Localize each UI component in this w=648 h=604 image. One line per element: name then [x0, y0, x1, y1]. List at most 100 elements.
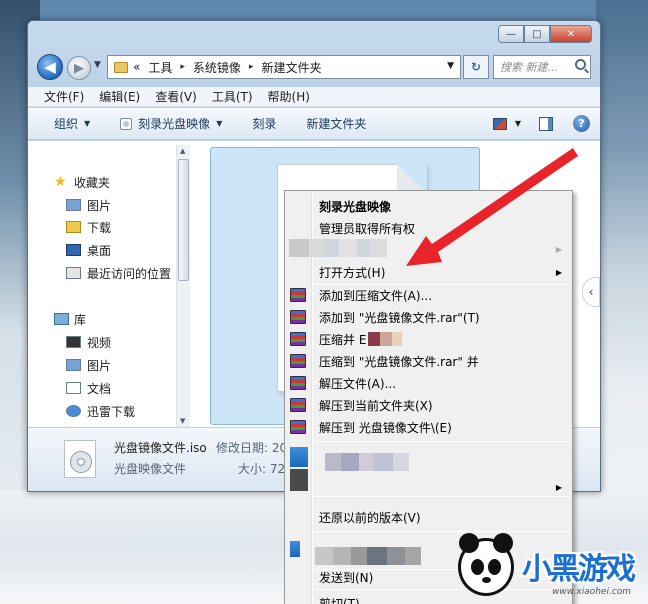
- command-bar: 组织 ▼ 刻录光盘映像 ▼ 刻录 新建文件夹 ▼ ?: [28, 108, 600, 140]
- nav-item-documents[interactable]: 文档: [66, 379, 111, 397]
- breadcrumb-overflow[interactable]: «: [133, 60, 140, 74]
- nav-item-label: 图片: [87, 198, 112, 213]
- menu-help[interactable]: 帮助(H): [268, 88, 310, 105]
- nav-item-pictures[interactable]: 图片: [66, 196, 111, 214]
- expand-arrow-button[interactable]: ‹: [582, 277, 600, 307]
- refresh-button[interactable]: ↻: [463, 55, 489, 79]
- organize-button[interactable]: 组织 ▼: [54, 115, 90, 132]
- nav-item-videos[interactable]: 视频: [66, 333, 111, 351]
- winrar-icon: [290, 332, 306, 346]
- nav-item-label: 下载: [87, 220, 112, 235]
- menu-item-extract-files[interactable]: 解压文件(A)...: [319, 373, 396, 393]
- recent-pages-dropdown[interactable]: ▼: [94, 60, 101, 70]
- menu-file[interactable]: 文件(F): [44, 88, 84, 105]
- help-icon[interactable]: ?: [573, 115, 590, 132]
- change-view-icon[interactable]: [492, 117, 507, 130]
- menu-item-extract-here[interactable]: 解压到当前文件夹(X): [319, 395, 433, 415]
- scroll-down-icon[interactable]: ▼: [180, 417, 185, 425]
- winrar-icon: [290, 288, 306, 302]
- burn-label: 刻录: [252, 117, 277, 131]
- breadcrumb-separator-icon[interactable]: ▸: [249, 62, 254, 72]
- window-controls: — □ ✕: [498, 25, 592, 43]
- desktop-icon: [66, 244, 81, 256]
- nav-libraries-label: 库: [74, 312, 87, 327]
- navigation-pane: ★ 收藏夹 图片 下载 桌面 最近访问的位置 库 视频 图片 文档 迅雷下载: [28, 141, 192, 441]
- panda-mascot-icon: [458, 533, 514, 596]
- disc-image-icon: [64, 440, 96, 478]
- organize-label: 组织: [54, 117, 79, 131]
- minimize-button[interactable]: —: [498, 25, 524, 43]
- menu-item-cut[interactable]: 剪切(T): [319, 593, 360, 604]
- menu-item-compress-and-email[interactable]: 压缩并 E: [319, 329, 403, 349]
- winrar-icon: [290, 398, 306, 412]
- new-folder-button[interactable]: 新建文件夹: [306, 115, 366, 132]
- nav-item-xunlei-downloads[interactable]: 迅雷下载: [66, 402, 135, 420]
- breadcrumb-system-image[interactable]: 系统镜像: [193, 59, 241, 76]
- back-button[interactable]: ◀: [37, 54, 63, 80]
- details-file-type: 光盘映像文件: [114, 462, 187, 476]
- nav-item-label: 最近访问的位置: [87, 266, 172, 281]
- xunlei-icon: [66, 405, 81, 417]
- nav-item-library-pictures[interactable]: 图片: [66, 356, 111, 374]
- details-modified: 修改日期: 20: [216, 441, 288, 455]
- pictures-icon: [66, 199, 81, 211]
- scroll-thumb[interactable]: [178, 159, 189, 281]
- menu-tools[interactable]: 工具(T): [212, 88, 253, 105]
- nav-item-recent-places[interactable]: 最近访问的位置: [66, 264, 171, 282]
- nav-item-label: 图片: [87, 358, 112, 373]
- search-placeholder: 搜索 新建...: [500, 61, 558, 74]
- navigation-bar: ◀ ▶ ▼ « 工具 ▸ 系统镜像 ▸ 新建文件夹 ▼ ↻ 搜索 新建...: [37, 54, 591, 80]
- chevron-down-icon: ▼: [84, 119, 91, 128]
- nav-item-label: 迅雷下载: [87, 404, 136, 419]
- blurred-app-icon: [290, 469, 308, 491]
- nav-libraries[interactable]: 库: [54, 310, 86, 328]
- preview-pane-icon[interactable]: [539, 116, 553, 131]
- menu-item-compress-to-rar-and-email[interactable]: 压缩到 "光盘镜像文件.rar" 并: [319, 351, 479, 371]
- menu-item-open-with[interactable]: 打开方式(H): [319, 262, 385, 282]
- view-options-chevron-icon[interactable]: ▼: [515, 119, 521, 128]
- chevron-down-icon: ▼: [216, 119, 223, 128]
- burn-image-button[interactable]: 刻录光盘映像 ▼: [120, 115, 222, 132]
- nav-scrollbar[interactable]: ▲ ▼: [176, 145, 190, 427]
- search-input[interactable]: 搜索 新建...: [493, 55, 591, 79]
- folder-icon: [114, 61, 128, 73]
- blurred-menu-item[interactable]: [325, 453, 425, 471]
- nav-favorites[interactable]: ★ 收藏夹: [54, 173, 110, 191]
- search-icon[interactable]: [575, 59, 586, 70]
- menu-item-label: 压缩并 E: [319, 332, 367, 347]
- menu-item-add-to-archive[interactable]: 添加到压缩文件(A)...: [319, 285, 432, 305]
- nav-item-downloads[interactable]: 下载: [66, 218, 111, 236]
- menu-separator: [315, 441, 569, 442]
- winrar-icon: [290, 310, 306, 324]
- menu-view[interactable]: 查看(V): [155, 88, 197, 105]
- menu-item-extract-to-folder[interactable]: 解压到 光盘镜像文件\(E): [319, 417, 452, 437]
- winrar-icon: [290, 376, 306, 390]
- submenu-arrow-icon: ▶: [555, 483, 562, 492]
- breadcrumb-new-folder[interactable]: 新建文件夹: [261, 59, 321, 76]
- watermark-logo: 小黑游戏 www.xiaohei.com: [456, 530, 648, 604]
- blurred-app-icon: [290, 541, 300, 557]
- details-file-name: 光盘镜像文件.iso: [114, 441, 207, 455]
- forward-button[interactable]: ▶: [67, 56, 91, 80]
- star-icon: ★: [54, 174, 67, 190]
- menu-item-send-to[interactable]: 发送到(N): [319, 567, 373, 587]
- breadcrumb-separator-icon[interactable]: ▸: [180, 62, 185, 72]
- winrar-icon: [290, 420, 306, 434]
- watermark-url: www.xiaohei.com: [552, 587, 632, 597]
- nav-item-desktop[interactable]: 桌面: [66, 241, 111, 259]
- nav-item-label: 文档: [87, 381, 112, 396]
- menu-item-add-to-rar[interactable]: 添加到 "光盘镜像文件.rar"(T): [319, 307, 480, 327]
- breadcrumb-tools[interactable]: 工具: [148, 59, 172, 76]
- scroll-up-icon[interactable]: ▲: [180, 147, 185, 155]
- address-dropdown-icon[interactable]: ▼: [447, 61, 454, 71]
- burn-button[interactable]: 刻录: [252, 115, 276, 132]
- maximize-button[interactable]: □: [524, 25, 550, 43]
- blurred-menu-item[interactable]: [315, 547, 435, 565]
- watermark-title: 小黑游戏: [522, 552, 636, 587]
- menu-edit[interactable]: 编辑(E): [99, 88, 140, 105]
- close-button[interactable]: ✕: [550, 25, 592, 43]
- red-pointer-arrow-icon: [406, 148, 578, 266]
- menu-item-restore-previous-versions[interactable]: 还原以前的版本(V): [319, 507, 421, 527]
- address-bar[interactable]: « 工具 ▸ 系统镜像 ▸ 新建文件夹 ▼: [107, 55, 461, 79]
- documents-icon: [66, 382, 81, 394]
